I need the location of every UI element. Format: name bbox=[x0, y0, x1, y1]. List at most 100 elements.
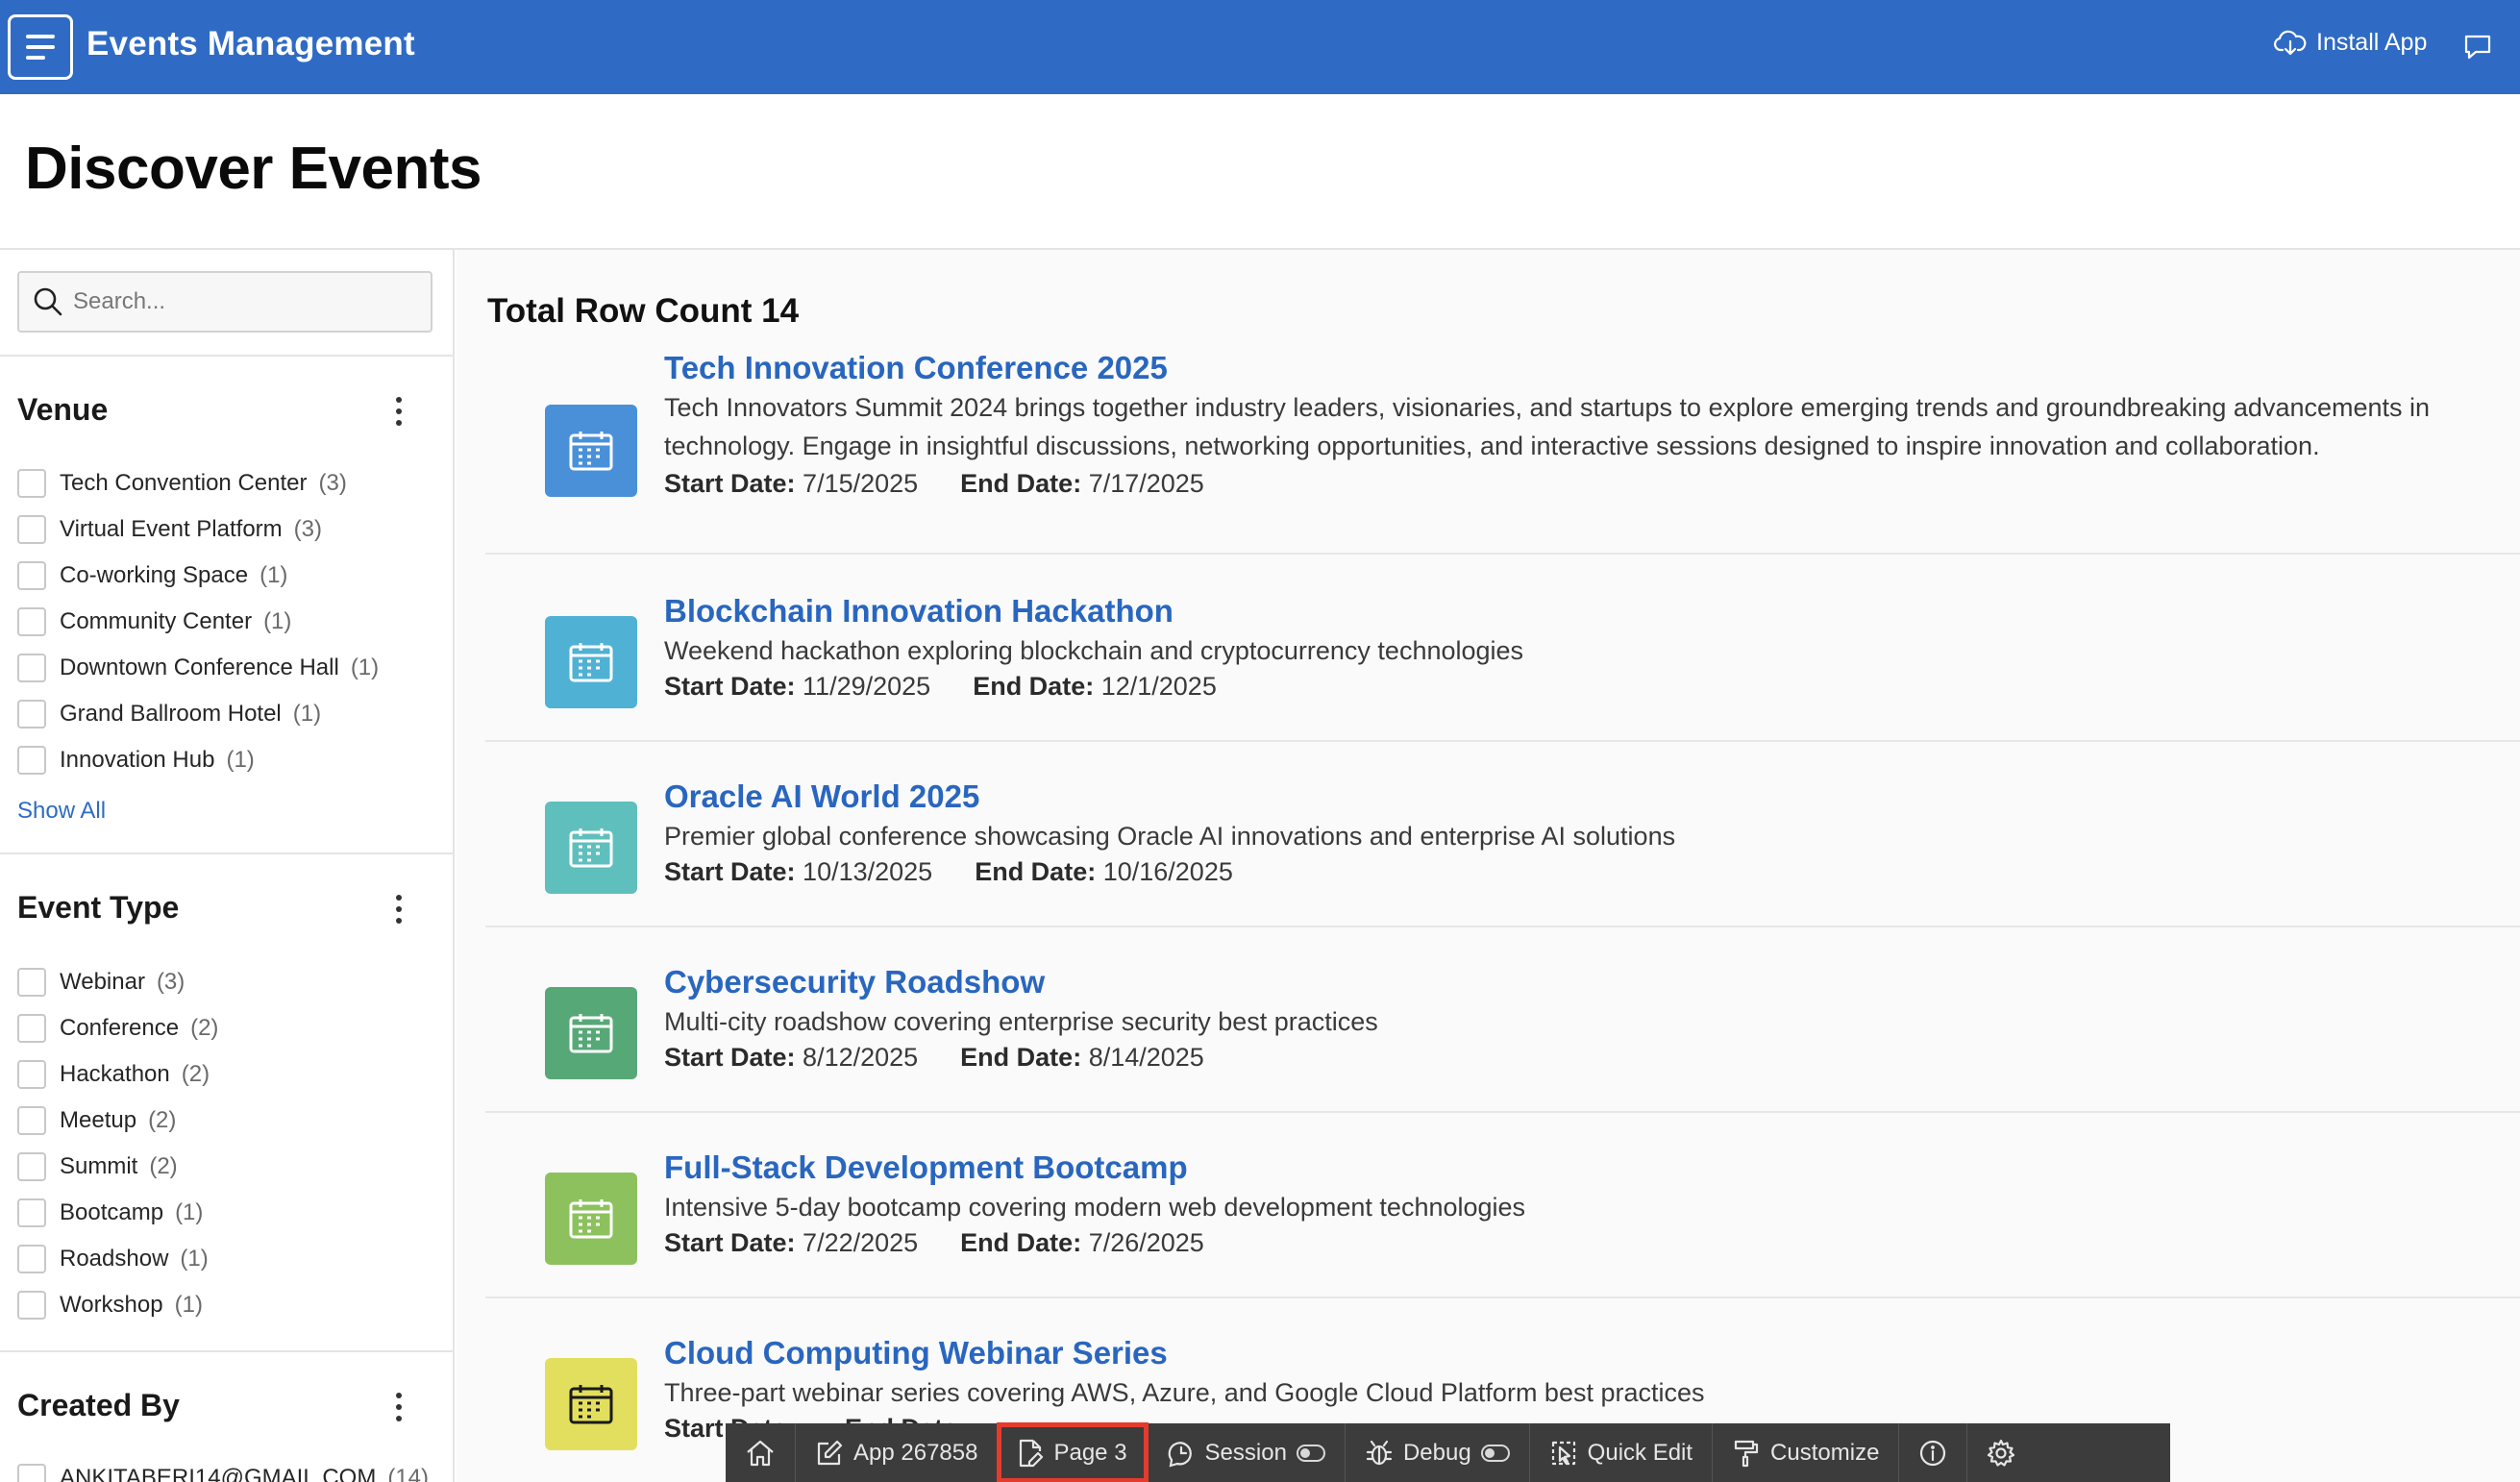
facet-option[interactable]: Conference (2) bbox=[17, 1005, 218, 1051]
session-toggle[interactable] bbox=[1296, 1444, 1325, 1462]
search-field[interactable] bbox=[17, 271, 432, 333]
event-description: Tech Innovators Summit 2024 brings toget… bbox=[664, 393, 2431, 460]
calendar-icon bbox=[569, 643, 613, 682]
checkbox[interactable] bbox=[17, 700, 46, 729]
bug-icon bbox=[1366, 1440, 1393, 1465]
facet-option[interactable]: Hackathon (2) bbox=[17, 1051, 218, 1098]
event-results: Total Row Count 14 Tech Innovation Confe… bbox=[457, 250, 2520, 1482]
facet-option[interactable]: Community Center (1) bbox=[17, 599, 379, 645]
facet-divider bbox=[0, 355, 453, 357]
checkbox[interactable] bbox=[17, 1245, 46, 1273]
venue-actions-kebab-icon[interactable] bbox=[389, 394, 408, 429]
facet-option[interactable]: Innovation Hub (1) bbox=[17, 737, 379, 783]
facet-option[interactable]: Grand Ballroom Hotel (1) bbox=[17, 691, 379, 737]
facet-option-count: (1) bbox=[263, 608, 292, 634]
checkbox[interactable] bbox=[17, 1464, 46, 1482]
facet-option[interactable]: Co-working Space (1) bbox=[17, 553, 379, 599]
checkbox[interactable] bbox=[17, 1060, 46, 1089]
checkbox[interactable] bbox=[17, 561, 46, 590]
end-date-label: End Date: bbox=[960, 469, 1082, 498]
facet-option-count: (1) bbox=[226, 747, 255, 773]
facet-option[interactable]: Webinar (3) bbox=[17, 959, 218, 1005]
facet-option-label: Co-working Space bbox=[60, 562, 249, 588]
checkbox[interactable] bbox=[17, 1014, 46, 1043]
facet-option-count: (1) bbox=[174, 1292, 203, 1318]
edit-icon bbox=[817, 1440, 843, 1465]
dev-customize-button[interactable]: Customize bbox=[1713, 1423, 1900, 1482]
event-title-link[interactable]: Oracle AI World 2025 bbox=[664, 778, 979, 815]
dev-page-label: Page 3 bbox=[1053, 1439, 1127, 1466]
facet-option-count: (14) bbox=[387, 1465, 430, 1482]
facet-option-count: (2) bbox=[190, 1015, 219, 1041]
chat-bubble-icon[interactable] bbox=[2462, 33, 2493, 62]
checkbox[interactable] bbox=[17, 968, 46, 997]
dev-page-button[interactable]: Page 3 bbox=[997, 1422, 1149, 1482]
venue-facet-list: Tech Convention Center (3) Virtual Event … bbox=[17, 460, 379, 783]
checkbox[interactable] bbox=[17, 1198, 46, 1227]
dev-home-button[interactable] bbox=[726, 1423, 796, 1482]
facet-option[interactable]: Bootcamp (1) bbox=[17, 1190, 218, 1236]
facet-title-created-by: Created By bbox=[17, 1388, 180, 1422]
app-title[interactable]: Events Management bbox=[86, 25, 415, 63]
event-title-link[interactable]: Tech Innovation Conference 2025 bbox=[664, 350, 1168, 386]
checkbox[interactable] bbox=[17, 607, 46, 636]
facet-option[interactable]: Roadshow (1) bbox=[17, 1236, 218, 1282]
checkbox[interactable] bbox=[17, 515, 46, 544]
event-title-link[interactable]: Cybersecurity Roadshow bbox=[664, 964, 1045, 1000]
event-title-link[interactable]: Cloud Computing Webinar Series bbox=[664, 1335, 1168, 1371]
event-dates: Start Date: 11/29/2025 End Date: 12/1/202… bbox=[664, 672, 1217, 702]
start-date-label: Start Date: bbox=[664, 1043, 796, 1072]
checkbox[interactable] bbox=[17, 654, 46, 682]
facet-option[interactable]: Virtual Event Platform (3) bbox=[17, 506, 379, 553]
facet-option[interactable]: Downtown Conference Hall (1) bbox=[17, 645, 379, 691]
show-all-link[interactable]: Show All bbox=[17, 798, 106, 825]
created-by-actions-kebab-icon[interactable] bbox=[389, 1390, 408, 1424]
facet-option[interactable]: Workshop (1) bbox=[17, 1282, 218, 1328]
start-date-value: 11/29/2025 bbox=[803, 672, 931, 701]
facet-option-label: Community Center bbox=[60, 608, 253, 634]
checkbox[interactable] bbox=[17, 746, 46, 775]
dev-debug-label: Debug bbox=[1402, 1439, 1471, 1466]
dev-debug-button[interactable]: Debug bbox=[1346, 1423, 1530, 1482]
facet-option[interactable]: Tech Convention Center (3) bbox=[17, 460, 379, 506]
dev-customize-label: Customize bbox=[1770, 1439, 1880, 1466]
checkbox[interactable] bbox=[17, 1152, 46, 1181]
event-title-link[interactable]: Full-Stack Development Bootcamp bbox=[664, 1149, 1188, 1186]
install-app-button[interactable]: Install App bbox=[2274, 29, 2427, 57]
search-input[interactable] bbox=[73, 288, 429, 315]
facet-option-count: (1) bbox=[175, 1199, 204, 1225]
dev-info-button[interactable] bbox=[1899, 1423, 1968, 1482]
event-card: Blockchain Innovation Hackathon Weekend h… bbox=[485, 556, 2520, 742]
facet-option-count: (1) bbox=[350, 655, 380, 680]
event-icon-tile bbox=[545, 1358, 637, 1450]
checkbox[interactable] bbox=[17, 1106, 46, 1135]
start-date-label: Start Date: bbox=[664, 469, 796, 498]
event-type-actions-kebab-icon[interactable] bbox=[389, 892, 408, 926]
facet-option[interactable]: ANKITABERI14@GMAIL.COM (14) bbox=[17, 1455, 429, 1482]
checkbox[interactable] bbox=[17, 469, 46, 498]
event-dates: Start Date: 8/12/2025 End Date: 8/14/2025 bbox=[664, 1043, 1204, 1073]
facet-option-label: ANKITABERI14@GMAIL.COM bbox=[60, 1465, 377, 1482]
install-app-label: Install App bbox=[2316, 29, 2428, 56]
home-icon bbox=[747, 1440, 774, 1466]
event-card: Oracle AI World 2025 Premier global confe… bbox=[485, 742, 2520, 927]
facet-option-count: (1) bbox=[259, 562, 288, 588]
end-date-value: 10/16/2025 bbox=[1102, 857, 1233, 886]
event-dates: Start Date: 7/15/2025 End Date: 7/17/2025 bbox=[664, 469, 1204, 499]
debug-toggle[interactable] bbox=[1480, 1444, 1510, 1462]
dev-session-button[interactable]: Session bbox=[1148, 1423, 1346, 1482]
cloud-download-icon bbox=[2274, 30, 2307, 55]
facet-option-label: Grand Ballroom Hotel bbox=[60, 701, 282, 727]
event-description: Three-part webinar series covering AWS, … bbox=[664, 1378, 1705, 1407]
dev-app-button[interactable]: App 267858 bbox=[796, 1423, 999, 1482]
hamburger-menu-icon[interactable] bbox=[8, 14, 73, 80]
dev-quick-edit-button[interactable]: Quick Edit bbox=[1530, 1423, 1714, 1482]
facet-option-count: (1) bbox=[180, 1246, 209, 1272]
facet-option[interactable]: Summit (2) bbox=[17, 1144, 218, 1190]
checkbox[interactable] bbox=[17, 1291, 46, 1320]
dev-settings-button[interactable] bbox=[1967, 1423, 2035, 1482]
event-icon-tile bbox=[545, 616, 637, 708]
facet-option-label: Innovation Hub bbox=[60, 747, 215, 773]
event-title-link[interactable]: Blockchain Innovation Hackathon bbox=[664, 593, 1174, 630]
facet-option[interactable]: Meetup (2) bbox=[17, 1098, 218, 1144]
